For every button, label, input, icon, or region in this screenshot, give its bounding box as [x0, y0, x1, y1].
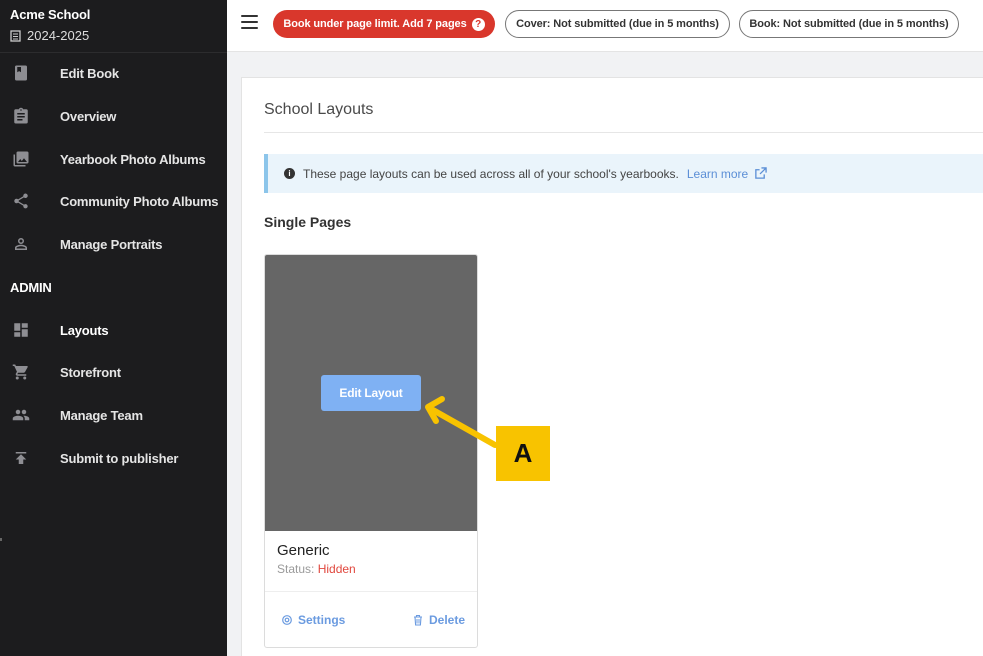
trash-icon — [414, 614, 422, 626]
sidebar-scroll-marker — [0, 538, 2, 541]
sidebar-item-manage-team[interactable]: Manage Team — [0, 395, 227, 435]
book-icon — [11, 63, 31, 83]
edit-layout-button[interactable]: Edit Layout — [321, 375, 421, 411]
settings-label: Settings — [298, 613, 346, 627]
people-icon — [11, 405, 31, 425]
sidebar-item-label: Manage Team — [60, 407, 143, 423]
help-icon[interactable]: ? — [471, 17, 485, 31]
share-icon — [11, 191, 31, 211]
sidebar-item-label: Community Photo Albums — [60, 193, 219, 209]
layout-status: Status: Hidden — [277, 562, 356, 576]
sidebar-item-label: Edit Book — [60, 65, 119, 81]
sidebar-item-edit-book[interactable]: Edit Book — [0, 53, 227, 93]
sidebar-item-label: Submit to publisher — [60, 450, 179, 466]
sidebar-item-overview[interactable]: Overview — [0, 96, 227, 136]
school-year[interactable]: 2024-2025 — [10, 28, 227, 43]
status-value: Hidden — [317, 562, 356, 576]
photo-albums-icon — [11, 149, 31, 169]
page-limit-alert-pill[interactable]: Book under page limit. Add 7 pages ? — [273, 10, 495, 38]
brand: Acme School 2024-2025 — [0, 0, 227, 53]
sidebar-item-label: Manage Portraits — [60, 236, 163, 252]
admin-section-label: ADMIN — [10, 280, 52, 295]
page-limit-alert-text: Book under page limit. Add 7 pages — [283, 18, 467, 30]
person-icon — [11, 234, 31, 254]
sidebar-item-storefront[interactable]: Storefront — [0, 352, 227, 392]
gear-icon — [282, 615, 292, 625]
sidebar-item-label: Overview — [60, 108, 117, 124]
learn-more-label: Learn more — [686, 166, 749, 181]
layout-name: Generic — [277, 542, 330, 559]
info-icon: i — [284, 168, 295, 179]
calendar-icon — [10, 29, 21, 42]
sidebar-item-yearbook-photo-albums[interactable]: Yearbook Photo Albums — [0, 139, 227, 179]
layout-card-generic: Edit Layout Generic Status: Hidden Setti… — [264, 254, 478, 648]
sidebar-item-manage-portraits[interactable]: Manage Portraits — [0, 224, 227, 264]
status-label: Status: — [277, 562, 315, 576]
card-divider — [265, 591, 477, 592]
page-title: School Layouts — [264, 101, 374, 118]
upload-icon — [11, 448, 31, 468]
sidebar-item-label: Yearbook Photo Albums — [60, 151, 206, 167]
menu-icon[interactable] — [241, 15, 259, 29]
school-name: Acme School — [10, 7, 91, 22]
annotation-label: A — [496, 426, 550, 481]
layout-preview: Edit Layout — [265, 255, 477, 531]
single-pages-heading: Single Pages — [264, 214, 352, 230]
sidebar-item-community-photo-albums[interactable]: Community Photo Albums — [0, 181, 227, 221]
sidebar-item-submit-to-publisher[interactable]: Submit to publisher — [0, 438, 227, 478]
dashboard-icon — [11, 320, 31, 340]
learn-more-link[interactable]: Learn more — [687, 167, 767, 181]
delete-label: Delete — [429, 613, 466, 627]
cart-icon — [11, 362, 31, 382]
delete-button[interactable]: Delete — [412, 613, 465, 627]
sidebar: Acme School 2024-2025 Edit Book Overview… — [0, 0, 227, 656]
top-bar: Book under page limit. Add 7 pages ? Cov… — [227, 0, 983, 52]
sidebar-item-label: Layouts — [60, 322, 109, 338]
info-banner: i These page layouts can be used across … — [264, 154, 983, 193]
sidebar-item-layouts[interactable]: Layouts — [0, 310, 227, 350]
sidebar-item-label: Storefront — [60, 364, 121, 380]
info-text: These page layouts can be used across al… — [303, 166, 679, 181]
school-year-label: 2024-2025 — [27, 28, 90, 43]
clipboard-icon — [11, 106, 31, 126]
external-link-icon — [755, 167, 767, 179]
title-divider — [264, 132, 983, 133]
school-layouts-card: School Layouts i These page layouts can … — [241, 77, 983, 656]
book-status-pill[interactable]: Book: Not submitted (due in 5 months) — [739, 10, 959, 38]
settings-button[interactable]: Settings — [281, 613, 345, 627]
cover-status-pill[interactable]: Cover: Not submitted (due in 5 months) — [505, 10, 730, 38]
